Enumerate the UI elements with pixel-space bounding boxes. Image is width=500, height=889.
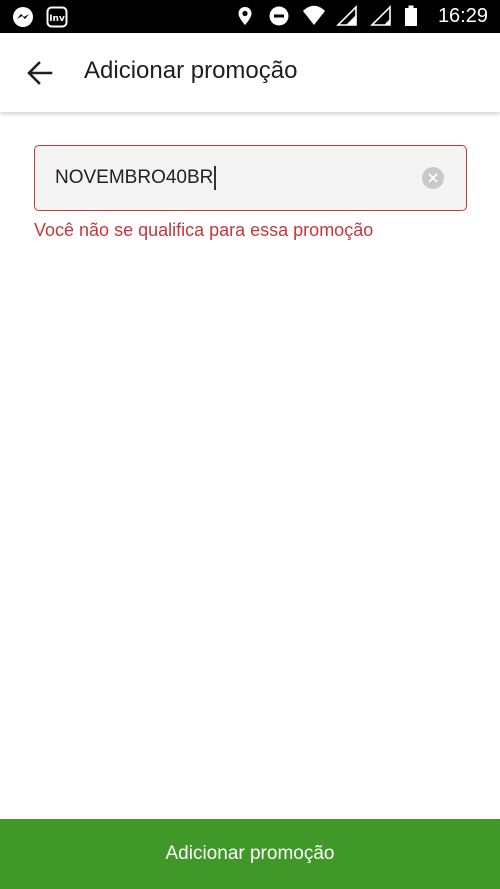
status-bar-right: 16:29 bbox=[234, 5, 488, 27]
signal-icon bbox=[370, 5, 392, 27]
arrow-left-icon bbox=[27, 61, 53, 85]
clear-icon bbox=[428, 173, 438, 183]
inv-app-icon: Inv bbox=[46, 6, 68, 28]
clear-button[interactable] bbox=[422, 167, 444, 189]
do-not-disturb-icon bbox=[268, 5, 290, 27]
messenger-icon bbox=[12, 6, 34, 28]
app-bar: Adicionar promoção bbox=[0, 33, 500, 112]
back-button[interactable] bbox=[20, 53, 60, 93]
location-icon bbox=[234, 5, 256, 27]
add-promotion-button[interactable]: Adicionar promoção bbox=[0, 819, 500, 889]
promo-error-message: Você não se qualifica para essa promoção bbox=[34, 220, 374, 240]
battery-icon bbox=[404, 5, 426, 27]
promo-code-field[interactable] bbox=[34, 145, 467, 211]
text-cursor bbox=[214, 166, 216, 190]
inv-label: Inv bbox=[49, 14, 65, 24]
wifi-icon bbox=[302, 5, 325, 27]
status-bar: Inv 16:29 bbox=[0, 0, 500, 33]
page-title: Adicionar promoção bbox=[84, 57, 298, 84]
signal-icon bbox=[336, 5, 358, 27]
status-bar-left: Inv bbox=[12, 6, 68, 28]
promo-code-input[interactable] bbox=[55, 146, 415, 209]
status-time: 16:29 bbox=[437, 5, 488, 27]
